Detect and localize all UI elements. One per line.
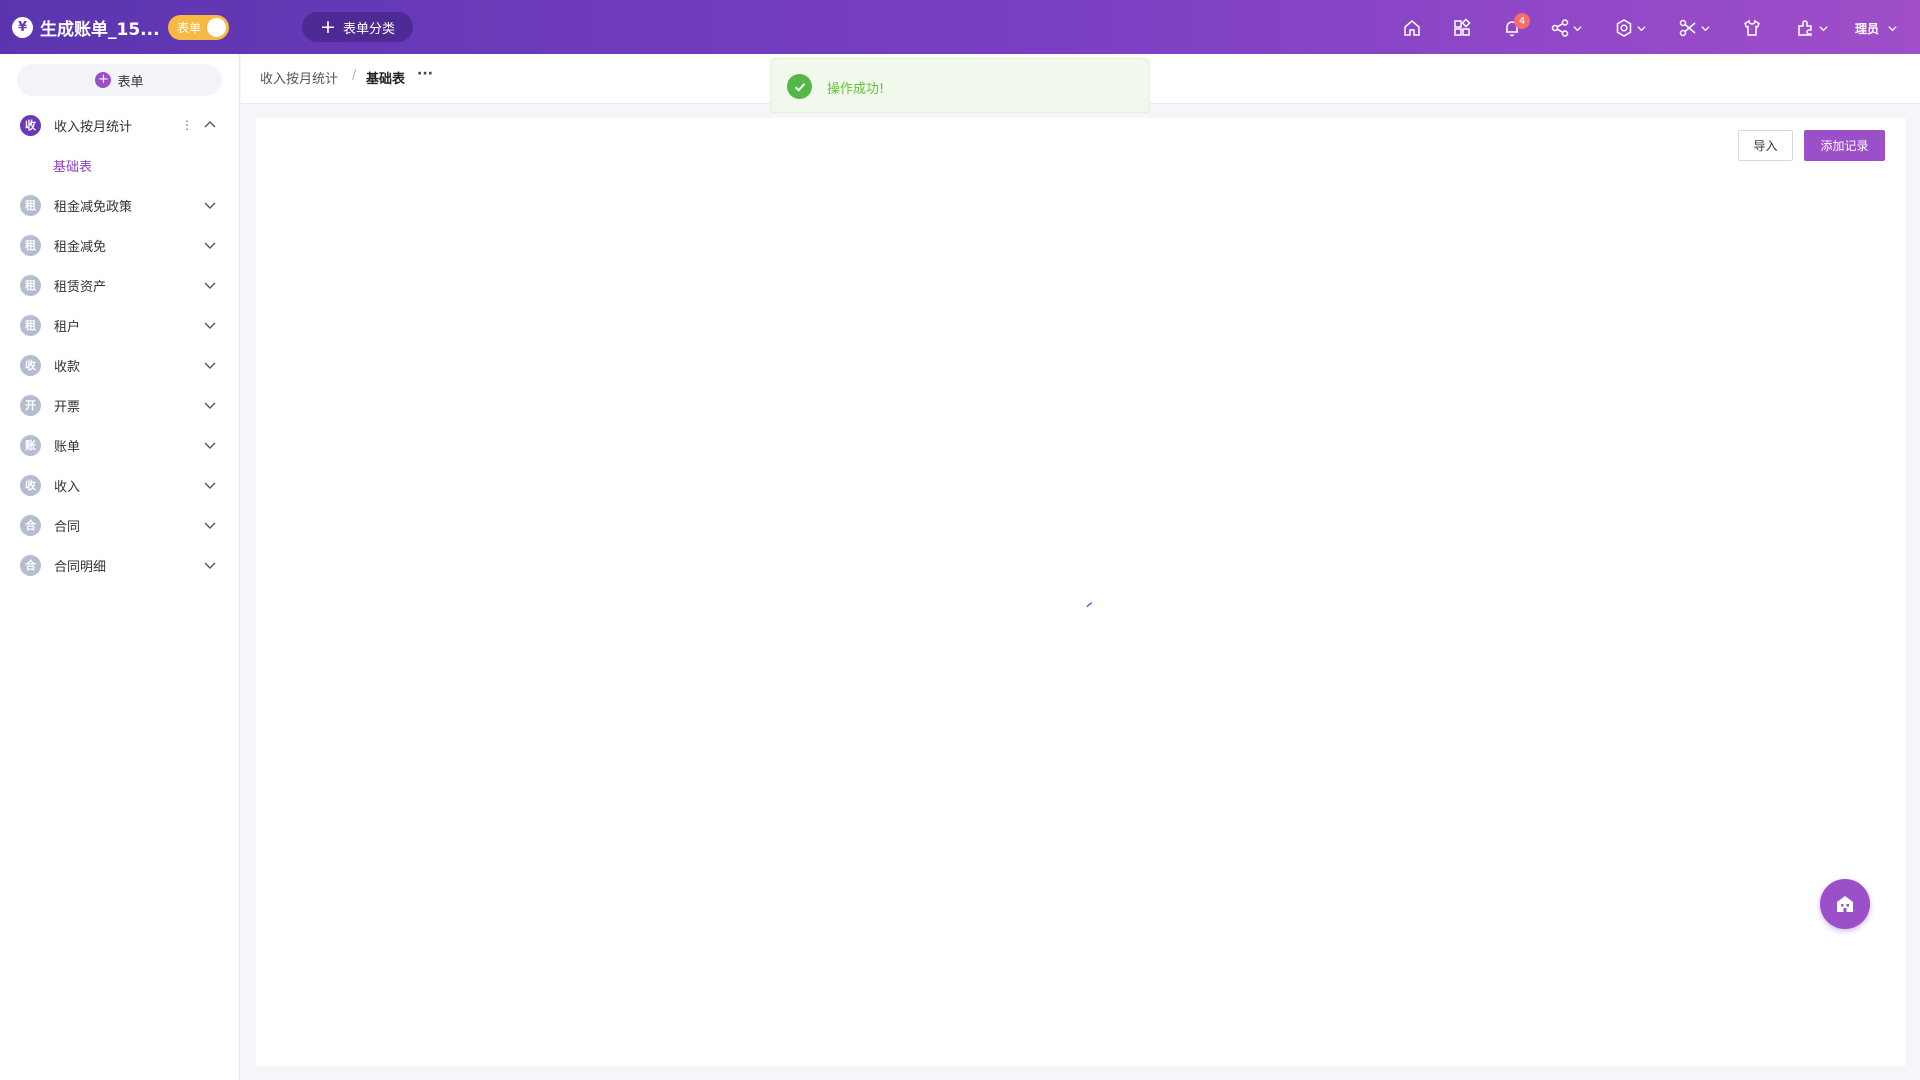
chevron-down-icon[interactable] <box>203 438 217 452</box>
sidebar-item-contract-details[interactable]: 合 合同明细 <box>0 550 240 580</box>
sidebar: + 表单 收 收入按月统计 ⋮ 基础表 租 租金减免政策 租 租金减免 租 租赁… <box>0 54 240 1080</box>
sidebar-item-bills[interactable]: 账 账单 <box>0 430 240 460</box>
sidebar-item-label: 账单 <box>54 439 81 455</box>
floating-home-button[interactable] <box>1820 879 1870 929</box>
category-button-label: 表单分类 <box>342 21 395 37</box>
item-badge: 账 <box>20 434 41 456</box>
chevron-down-icon <box>1888 25 1897 31</box>
share-icon[interactable] <box>1550 17 1583 39</box>
sidebar-item-receipts[interactable]: 收 收款 <box>0 350 240 380</box>
chevron-down-icon[interactable] <box>203 478 217 492</box>
sidebar-item-label: 租金减免 <box>54 239 107 255</box>
loading-spinner-icon <box>1086 602 1093 608</box>
chevron-down-icon <box>1701 25 1710 31</box>
chevron-down-icon[interactable] <box>203 318 217 332</box>
item-badge: 合 <box>20 554 41 576</box>
sidebar-item-label: 租户 <box>54 319 81 335</box>
sidebar-item-rent-relief[interactable]: 租 租金减免 <box>0 230 240 260</box>
sidebar-item-label: 收款 <box>54 359 81 375</box>
sidebar-item-label: 开票 <box>54 399 81 415</box>
form-category-button[interactable]: + 表单分类 <box>302 12 413 42</box>
sidebar-item-contracts[interactable]: 合 合同 <box>0 510 240 540</box>
app-title[interactable]: 生成账单_15... <box>40 15 160 40</box>
more-horizontal-icon[interactable]: ··· <box>417 66 433 82</box>
sidebar-subitem-basic-table[interactable]: 基础表 <box>53 156 92 175</box>
success-toast: 操作成功! <box>770 58 1150 113</box>
plus-circle-icon: + <box>95 72 112 88</box>
shirt-icon[interactable] <box>1742 17 1762 39</box>
item-badge: 租 <box>20 194 41 216</box>
sidebar-item-label: 收入按月统计 <box>54 119 133 135</box>
item-badge: 租 <box>20 314 41 336</box>
settings-icon[interactable] <box>1614 17 1647 39</box>
bell-icon[interactable]: 4 <box>1502 13 1530 39</box>
sidebar-item-label: 租赁资产 <box>54 279 107 295</box>
building-icon <box>1837 896 1853 912</box>
chevron-down-icon[interactable] <box>203 198 217 212</box>
item-badge: 租 <box>20 274 41 296</box>
more-vertical-icon[interactable]: ⋮ <box>181 119 193 131</box>
sidebar-item-label: 合同明细 <box>54 559 107 575</box>
breadcrumb-separator: / <box>352 68 357 83</box>
tools-icon[interactable] <box>1678 17 1711 39</box>
main-panel: 导入 添加记录 <box>256 118 1906 1066</box>
add-form-button[interactable]: + 表单 <box>17 64 222 96</box>
mode-toggle-label: 表单 <box>177 21 202 35</box>
sidebar-item-leased-assets[interactable]: 租 租赁资产 <box>0 270 240 300</box>
toast-message: 操作成功! <box>827 82 885 97</box>
user-menu[interactable]: 理员 <box>1855 17 1898 39</box>
user-name: 理员 <box>1855 21 1880 36</box>
breadcrumb-current: 基础表 <box>366 72 406 87</box>
item-badge: 收 <box>20 354 41 376</box>
sidebar-item-label: 合同 <box>54 519 81 535</box>
item-badge: 租 <box>20 234 41 256</box>
check-circle-icon <box>787 74 812 99</box>
app-logo: ¥ <box>12 17 33 38</box>
apps-grid-icon[interactable] <box>1452 17 1472 39</box>
chevron-down-icon[interactable] <box>203 238 217 252</box>
item-badge: 开 <box>20 394 41 416</box>
chevron-down-icon[interactable] <box>203 558 217 572</box>
sidebar-item-invoicing[interactable]: 开 开票 <box>0 390 240 420</box>
chevron-down-icon <box>1573 25 1582 31</box>
item-badge: 收 <box>20 474 41 496</box>
chevron-down-icon[interactable] <box>203 278 217 292</box>
toggle-knob <box>207 18 226 37</box>
sidebar-item-label: 收入 <box>54 479 81 495</box>
sidebar-item-income[interactable]: 收 收入 <box>0 470 240 500</box>
chevron-down-icon <box>1819 25 1828 31</box>
item-badge: 收 <box>20 114 41 136</box>
chevron-down-icon[interactable] <box>203 518 217 532</box>
item-badge: 合 <box>20 514 41 536</box>
chevron-down-icon <box>1637 25 1646 31</box>
sidebar-item-label: 租金减免政策 <box>54 199 133 215</box>
home-icon[interactable] <box>1402 17 1422 39</box>
add-form-label: 表单 <box>117 74 144 90</box>
import-button[interactable]: 导入 <box>1738 130 1793 161</box>
add-record-button[interactable]: 添加记录 <box>1804 130 1885 161</box>
top-header: ¥ 生成账单_15... 表单 + 表单分类 4 理员 <box>0 0 1920 54</box>
breadcrumb-parent[interactable]: 收入按月统计 <box>260 68 338 87</box>
plugin-icon[interactable] <box>1796 17 1829 39</box>
chevron-down-icon[interactable] <box>203 398 217 412</box>
sidebar-item-tenants[interactable]: 租 租户 <box>0 310 240 340</box>
chevron-down-icon[interactable] <box>203 358 217 372</box>
sidebar-item-rent-relief-policy[interactable]: 租 租金减免政策 <box>0 190 240 220</box>
notification-badge: 4 <box>1514 13 1530 29</box>
chevron-up-icon[interactable] <box>203 118 217 132</box>
sidebar-item-income-monthly[interactable]: 收 收入按月统计 ⋮ <box>0 110 240 140</box>
form-mode-toggle[interactable]: 表单 <box>168 15 229 40</box>
plus-icon: + <box>320 15 336 38</box>
